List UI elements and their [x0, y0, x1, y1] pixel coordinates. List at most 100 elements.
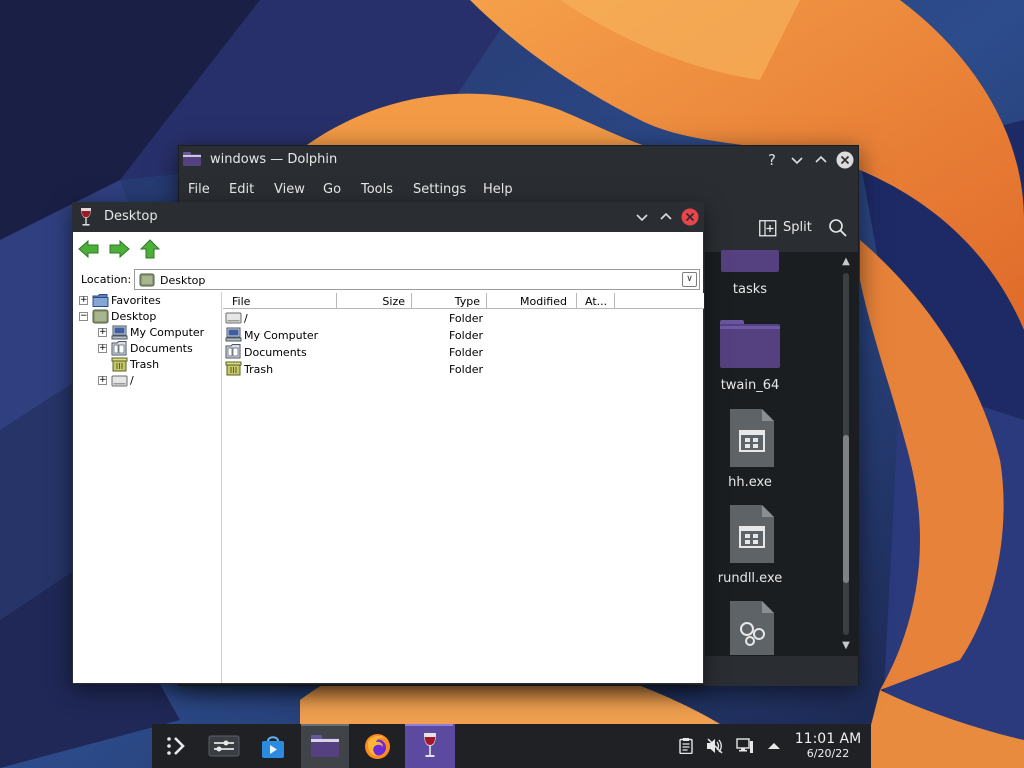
menu-edit[interactable]: Edit: [229, 182, 254, 197]
drive-icon: [111, 375, 128, 387]
file-type: Folder: [449, 363, 483, 376]
expand-icon[interactable]: +: [98, 344, 107, 353]
maximize-icon[interactable]: [657, 208, 675, 226]
app-launcher-button[interactable]: [152, 724, 200, 768]
menu-tools[interactable]: Tools: [361, 182, 393, 197]
tree-label: Documents: [130, 342, 193, 355]
tree-item-documents[interactable]: + Documents: [98, 341, 220, 357]
file-name: Trash: [244, 363, 274, 376]
maximize-icon[interactable]: [812, 151, 830, 169]
folder-icon: [720, 320, 780, 368]
column-header-filler: [615, 293, 704, 309]
computer-icon: [225, 327, 242, 342]
tray-expand-icon[interactable]: [765, 738, 783, 754]
scroll-up-icon[interactable]: ▲: [839, 256, 853, 268]
documents-icon: [111, 341, 127, 356]
clock[interactable]: 11:01 AM 6/20/22: [790, 731, 866, 761]
split-view-icon: [759, 220, 777, 237]
column-header-modified[interactable]: Modified: [487, 293, 577, 309]
location-label: Location:: [81, 273, 132, 286]
favorites-folder-icon: [92, 294, 109, 307]
file-name: Documents: [244, 346, 307, 359]
system-settings-button[interactable]: [200, 724, 248, 768]
desktop-icon: [139, 273, 155, 287]
file-type: Folder: [449, 346, 483, 359]
firefox-button[interactable]: [353, 724, 401, 768]
trash-icon: [111, 357, 128, 372]
file-item[interactable]: twain_64: [705, 316, 795, 412]
wine-title: Desktop: [104, 209, 158, 224]
clipboard-icon[interactable]: [677, 738, 695, 754]
system-settings-icon: [208, 735, 240, 757]
menu-view[interactable]: View: [274, 182, 305, 197]
file-label: tasks: [732, 282, 768, 297]
menu-go[interactable]: Go: [323, 182, 341, 197]
column-header-type[interactable]: Type: [412, 293, 487, 309]
wine-titlebar[interactable]: Desktop: [73, 203, 703, 232]
up-arrow-icon[interactable]: [139, 239, 161, 259]
tree-label: Trash: [130, 358, 160, 371]
split-label: Split: [783, 220, 812, 235]
menu-file[interactable]: File: [188, 182, 210, 197]
search-icon[interactable]: [828, 218, 848, 238]
file-label: rundll.exe: [717, 571, 783, 586]
tree-item-root[interactable]: + /: [98, 373, 220, 389]
app-launcher-icon: [167, 737, 185, 755]
volume-muted-icon[interactable]: [706, 738, 724, 754]
location-bar: Location: Desktop ∨: [73, 267, 703, 293]
dolphin-titlebar[interactable]: windows — Dolphin ?: [179, 146, 858, 174]
list-item[interactable]: Documents Folder: [223, 344, 523, 361]
tree-item-favorites[interactable]: + Favorites: [79, 293, 219, 309]
wine-task-button[interactable]: [405, 724, 455, 768]
menu-settings[interactable]: Settings: [413, 182, 466, 197]
minimize-icon[interactable]: [788, 151, 806, 169]
taskbar: 11:01 AM 6/20/22: [152, 724, 871, 768]
column-header-attributes[interactable]: At...: [577, 293, 615, 309]
wine-glass-icon: [81, 208, 91, 226]
tree-item-desktop[interactable]: − Desktop: [79, 309, 219, 325]
tree-item-my-computer[interactable]: + My Computer: [98, 325, 220, 341]
trash-icon: [225, 361, 242, 376]
collapse-icon[interactable]: −: [79, 312, 88, 321]
file-type: Folder: [449, 329, 483, 342]
minimize-icon[interactable]: [633, 208, 651, 226]
tree-label: Favorites: [111, 294, 161, 307]
firefox-icon: [365, 734, 390, 759]
column-header-file[interactable]: File: [223, 293, 337, 309]
help-icon[interactable]: ?: [763, 151, 781, 169]
column-header-size[interactable]: Size: [337, 293, 412, 309]
file-item[interactable]: hh.exe: [705, 409, 795, 505]
expand-icon[interactable]: +: [98, 328, 107, 337]
wine-nav-toolbar: [73, 232, 703, 266]
chevron-down-icon[interactable]: ∨: [682, 272, 697, 287]
file-label: twain_64: [720, 378, 780, 393]
forward-arrow-icon[interactable]: [108, 239, 130, 259]
list-item[interactable]: Trash Folder: [223, 361, 523, 378]
expand-icon[interactable]: +: [98, 376, 107, 385]
tree-label: Desktop: [111, 310, 157, 323]
folder-icon: [721, 250, 779, 272]
location-value: Desktop: [160, 274, 206, 287]
dolphin-folder-icon: [183, 152, 201, 166]
scroll-thumb[interactable]: [843, 435, 849, 583]
file-type: Folder: [449, 312, 483, 325]
menu-help[interactable]: Help: [483, 182, 513, 197]
network-icon[interactable]: [736, 738, 754, 754]
clock-time: 11:01 AM: [794, 731, 862, 747]
location-combobox[interactable]: Desktop ∨: [134, 269, 700, 290]
clock-date: 6/20/22: [806, 747, 850, 760]
drive-icon: [225, 312, 242, 324]
dolphin-task-button[interactable]: [301, 724, 349, 768]
list-item[interactable]: My Computer Folder: [223, 327, 523, 344]
list-item[interactable]: / Folder: [223, 310, 523, 327]
file-item[interactable]: rundll.exe: [705, 505, 795, 601]
discover-store-button[interactable]: [249, 724, 297, 768]
tree-item-trash[interactable]: Trash: [98, 357, 220, 373]
back-arrow-icon[interactable]: [78, 239, 100, 259]
close-icon[interactable]: [681, 208, 699, 226]
expand-icon[interactable]: +: [79, 296, 88, 305]
scroll-down-icon[interactable]: ▼: [839, 640, 853, 652]
settings-file-icon: [730, 601, 774, 655]
dolphin-scrollbar[interactable]: ▲ ▼: [839, 253, 853, 654]
close-icon[interactable]: [836, 151, 854, 169]
